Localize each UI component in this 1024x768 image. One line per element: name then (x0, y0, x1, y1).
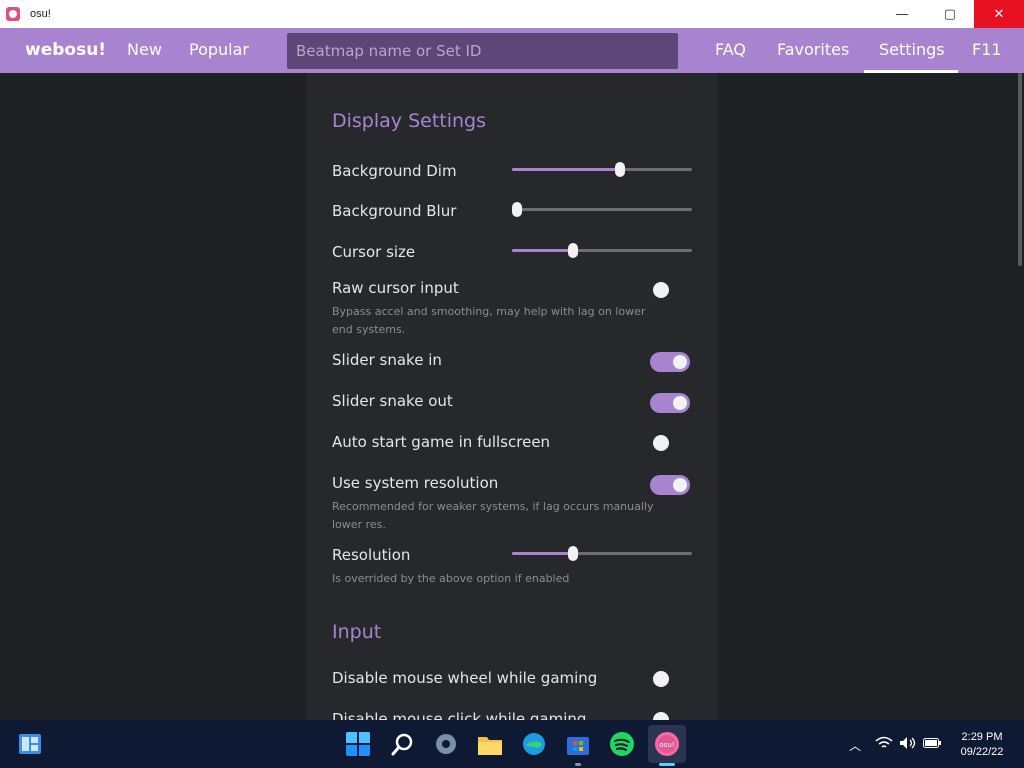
clock-date: 09/22/22 (960, 746, 1004, 758)
cursor-size-slider[interactable] (512, 243, 692, 258)
auto-start-fullscreen-label: Auto start game in fullscreen (332, 433, 551, 451)
active-tab-indicator (864, 70, 958, 73)
wifi-icon[interactable] (875, 736, 893, 750)
taskbar: osu! ︿ 2:29 PM 09/22/22 (0, 720, 1024, 768)
store-running-indicator (575, 763, 581, 766)
resolution-slider[interactable] (512, 546, 692, 561)
toggle-knob (673, 396, 687, 410)
slider-snake-out-toggle[interactable] (650, 393, 690, 413)
display-settings-heading: Display Settings (332, 110, 487, 132)
minimize-icon: — (895, 6, 909, 22)
background-blur-slider[interactable] (512, 202, 692, 217)
nav-popular[interactable]: Popular (189, 40, 249, 59)
raw-cursor-input-label: Raw cursor input (332, 279, 459, 297)
search-icon[interactable] (390, 731, 416, 757)
volume-icon[interactable] (899, 736, 917, 750)
toggle-knob (673, 478, 687, 492)
close-button[interactable]: ✕ (974, 0, 1024, 28)
raw-cursor-input-description: Bypass accel and smoothing, may help wit… (332, 305, 646, 336)
clock-time: 2:29 PM (961, 731, 1003, 743)
brand-link[interactable]: webosu! (25, 40, 106, 60)
toggle-knob (653, 435, 669, 451)
settings-panel: Display Settings Background Dim Backgrou… (306, 73, 718, 720)
edge-icon[interactable] (521, 731, 547, 757)
maximize-icon: ▢ (943, 6, 957, 22)
slider-snake-in-toggle[interactable] (650, 352, 690, 372)
disable-mouse-wheel-toggle[interactable] (650, 669, 690, 689)
start-icon[interactable] (345, 731, 371, 757)
slider-fill (512, 168, 620, 171)
search-input[interactable] (287, 33, 678, 69)
scrollbar-thumb[interactable] (1018, 73, 1022, 266)
raw-cursor-input-toggle[interactable] (650, 280, 690, 300)
background-dim-slider[interactable] (512, 162, 692, 177)
nav-new[interactable]: New (127, 40, 162, 59)
disable-mouse-wheel-label: Disable mouse wheel while gaming (332, 669, 598, 687)
battery-icon[interactable] (923, 738, 941, 748)
title-bar: osu! — ▢ ✕ (0, 0, 1024, 28)
toggle-knob (653, 282, 669, 298)
maximize-button[interactable]: ▢ (926, 0, 974, 28)
auto-start-fullscreen-toggle[interactable] (650, 433, 690, 453)
page-scrollbar[interactable] (1016, 73, 1024, 720)
slider-snake-out-label: Slider snake out (332, 392, 453, 410)
window-title: osu! (30, 8, 51, 20)
spotify-icon[interactable] (609, 731, 635, 757)
clock[interactable]: 2:29 PM 09/22/22 (952, 730, 1012, 760)
cursor-size-label: Cursor size (332, 243, 416, 261)
osu-icon[interactable]: osu! (654, 731, 680, 757)
close-icon: ✕ (993, 6, 1005, 22)
slider-fill (512, 552, 574, 555)
svg-text:osu!: osu! (659, 741, 674, 749)
slider-handle[interactable] (512, 202, 523, 217)
nav-favorites[interactable]: Favorites (777, 40, 849, 59)
settings-icon[interactable] (433, 731, 459, 757)
toggle-knob (653, 671, 669, 687)
osu-active-indicator (659, 763, 675, 766)
use-system-resolution-description: Recommended for weaker systems, if lag o… (332, 500, 654, 531)
store-icon[interactable] (565, 731, 591, 757)
file-explorer-icon[interactable] (477, 731, 503, 757)
use-system-resolution-toggle[interactable] (650, 475, 690, 495)
toggle-knob (673, 355, 687, 369)
nav-settings[interactable]: Settings (879, 40, 945, 59)
use-system-resolution-label: Use system resolution (332, 474, 499, 492)
show-hidden-icons-icon[interactable]: ︿ (849, 737, 861, 754)
disable-mouse-click-label: Disable mouse click while gaming (332, 710, 587, 720)
slider-snake-in-label: Slider snake in (332, 351, 442, 369)
slider-handle[interactable] (568, 546, 579, 561)
minimize-button[interactable]: — (878, 0, 926, 28)
background-dim-label: Background Dim (332, 162, 457, 180)
resolution-description: Is overrided by the above option if enab… (332, 572, 570, 585)
widgets-icon[interactable] (18, 733, 42, 755)
slider-handle[interactable] (568, 243, 579, 258)
background-blur-label: Background Blur (332, 202, 457, 220)
resolution-label: Resolution (332, 546, 411, 564)
osu-app-icon (6, 7, 20, 21)
slider-handle[interactable] (615, 162, 625, 177)
disable-mouse-click-toggle[interactable] (650, 710, 690, 720)
nav-f11[interactable]: F11 (972, 40, 1002, 59)
top-nav: webosu! New Popular FAQ Favorites Settin… (0, 28, 1024, 73)
toggle-knob (653, 712, 669, 720)
input-heading: Input (332, 621, 382, 643)
slider-fill (512, 249, 574, 252)
nav-faq[interactable]: FAQ (715, 40, 746, 59)
